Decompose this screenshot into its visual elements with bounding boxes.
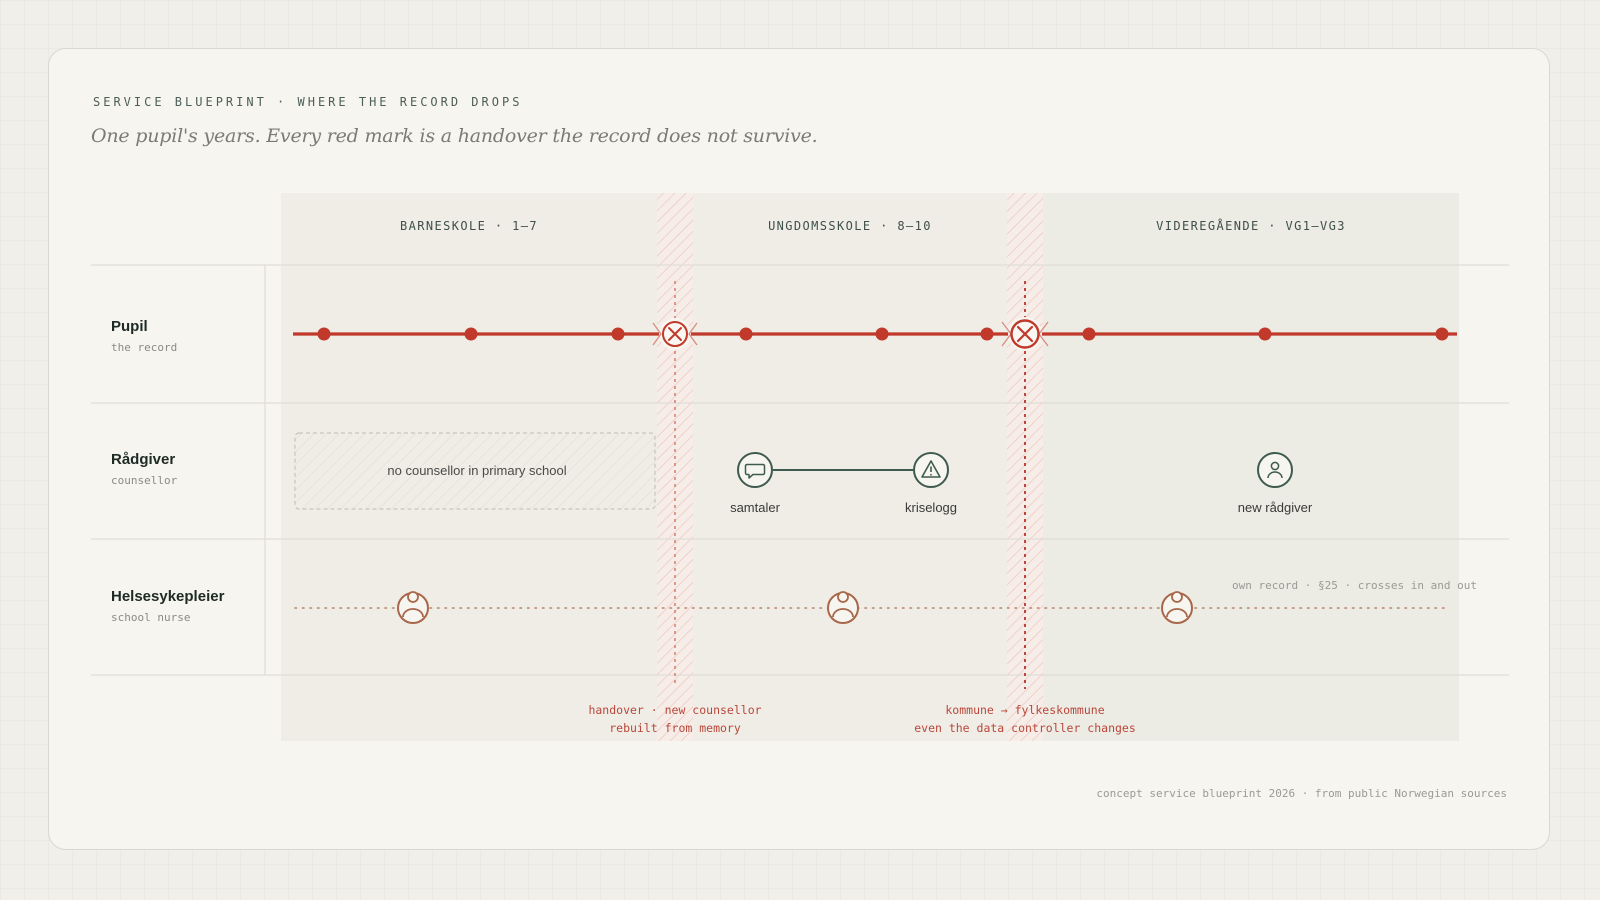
node-label-samtaler: samtaler [730,500,780,515]
lane-title: Pupil [111,318,148,335]
nurse-icon [827,591,859,624]
lane-nurse: Helsesykepleier school nurse [111,588,224,624]
nurse-annotation: own record · §25 · crosses in and out [1231,579,1477,592]
handover-caption-line: handover · new counsellor [588,703,762,717]
record-dot [739,327,753,341]
lane-title: Helsesykepleier [111,588,225,605]
stage-label-videregaende: VIDEREGÅENDE · VG1–VG3 [1156,219,1346,233]
handover-caption-2: kommune → fylkeskommune even the data co… [865,701,1185,737]
lane-subtitle: school nurse [111,611,191,624]
nurse-icon [397,591,429,624]
handover-caption-line: kommune → fylkeskommune [945,703,1105,717]
node-label-new-radgiver: new rådgiver [1237,500,1313,515]
record-dot [317,327,331,341]
record-dot [980,327,994,341]
no-counsellor-label: no counsellor in primary school [387,463,567,478]
lane-subtitle: the record [111,341,178,354]
record-dot [1258,327,1272,341]
record-dot [611,327,625,341]
lane-subtitle: counsellor [111,474,178,487]
nurse-icon [1161,591,1193,624]
warning-triangle-icon [913,452,949,488]
lane-pupil: Pupil the record [111,318,177,354]
record-dot [1082,327,1096,341]
handover-gap-2-hatch [1007,193,1043,741]
handover-caption-line: rebuilt from memory [609,721,741,735]
stage-label-barneskole: BARNESKOLE · 1–7 [400,219,538,233]
record-dot [464,327,478,341]
record-dot [875,327,889,341]
lane-counsellor: Rådgiver counsellor [111,451,177,487]
stage-label-ungdomsskole: UNGDOMSSKOLE · 8–10 [768,219,932,233]
handover-caption-1: handover · new counsellor rebuilt from m… [515,701,835,737]
speech-bubble-icon [737,452,773,488]
blueprint-card: SERVICE BLUEPRINT · WHERE THE RECORD DRO… [48,48,1550,850]
record-dot [1435,327,1449,341]
stage-bg-videregaende [1043,193,1459,741]
footer-credit: concept service blueprint 2026 · from pu… [1096,787,1507,800]
handover-caption-line: even the data controller changes [914,721,1136,735]
lane-title: Rådgiver [111,451,176,468]
node-label-kriselogg: kriselogg [904,500,958,515]
person-icon [1257,452,1293,488]
handover-gap-1-hatch [657,193,693,741]
